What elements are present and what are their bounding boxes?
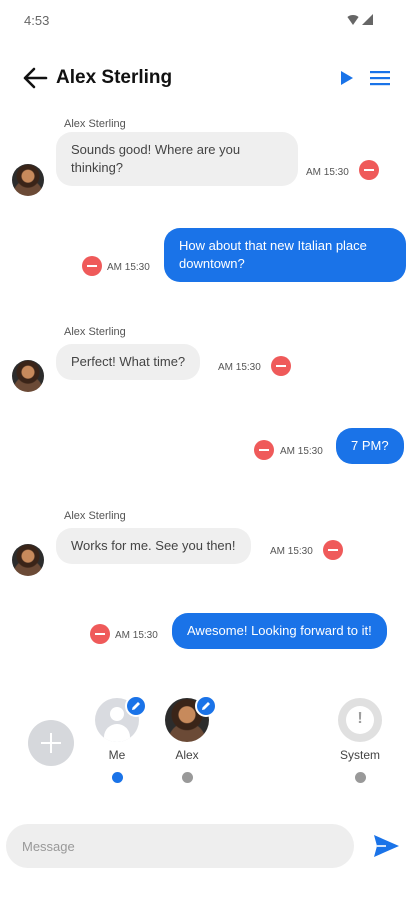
add-participant-button[interactable] bbox=[28, 720, 74, 766]
message-bubble-outgoing[interactable]: 7 PM? bbox=[336, 428, 404, 464]
message-timestamp: AM 15:30 bbox=[107, 262, 150, 273]
selection-dot bbox=[355, 772, 366, 783]
sender-name: Alex Sterling bbox=[64, 118, 126, 130]
send-icon[interactable] bbox=[372, 833, 400, 859]
message-bubble-outgoing[interactable]: Awesome! Looking forward to it! bbox=[172, 613, 387, 649]
chat-header: Alex Sterling bbox=[0, 56, 415, 100]
sender-name: Alex Sterling bbox=[64, 510, 126, 522]
delete-message-icon[interactable] bbox=[359, 160, 379, 180]
page-title: Alex Sterling bbox=[56, 67, 173, 88]
message-bubble-incoming[interactable]: Works for me. See you then! bbox=[56, 528, 251, 564]
message-bubble-outgoing[interactable]: How about that new Italian place downtow… bbox=[164, 228, 406, 282]
participant-label: Me bbox=[108, 748, 126, 762]
message-timestamp: AM 15:30 bbox=[306, 167, 349, 178]
sender-name: Alex Sterling bbox=[64, 326, 126, 338]
message-bubble-incoming[interactable]: Sounds good! Where are you thinking? bbox=[56, 132, 298, 186]
message-timestamp: AM 15:30 bbox=[115, 630, 158, 641]
delete-message-icon[interactable] bbox=[271, 356, 291, 376]
wifi-icon bbox=[346, 15, 360, 25]
participant-alex[interactable]: Alex bbox=[157, 695, 217, 788]
delete-message-icon[interactable] bbox=[82, 256, 102, 276]
alert-icon bbox=[338, 698, 382, 742]
avatar bbox=[12, 544, 44, 576]
avatar bbox=[12, 360, 44, 392]
participant-system[interactable]: System bbox=[330, 698, 390, 788]
back-arrow-icon[interactable] bbox=[22, 66, 48, 90]
signal-icon bbox=[362, 14, 373, 25]
message-composer bbox=[0, 824, 415, 870]
status-icons bbox=[346, 14, 373, 25]
message-timestamp: AM 15:30 bbox=[270, 546, 313, 557]
message-list: Alex Sterling Sounds good! Where are you… bbox=[0, 110, 415, 690]
message-timestamp: AM 15:30 bbox=[218, 362, 261, 373]
participant-label: System bbox=[339, 748, 380, 762]
status-bar: 4:53 bbox=[0, 0, 415, 40]
selection-dot bbox=[182, 772, 193, 783]
selection-dot bbox=[112, 772, 123, 783]
edit-icon[interactable] bbox=[195, 695, 217, 717]
participant-label: Alex bbox=[175, 748, 199, 762]
play-icon[interactable] bbox=[339, 68, 355, 88]
delete-message-icon[interactable] bbox=[90, 624, 110, 644]
edit-icon[interactable] bbox=[125, 695, 147, 717]
chat-screen: 4:53 Alex Sterling Alex Sterling Sounds … bbox=[0, 0, 415, 900]
message-bubble-incoming[interactable]: Perfect! What time? bbox=[56, 344, 201, 380]
participant-me[interactable]: Me bbox=[87, 695, 147, 788]
avatar bbox=[12, 164, 44, 196]
status-time: 4:53 bbox=[24, 13, 50, 28]
menu-icon[interactable] bbox=[369, 68, 391, 88]
message-input[interactable] bbox=[6, 824, 354, 868]
sender-selector: Me Alex System bbox=[0, 690, 415, 790]
delete-message-icon[interactable] bbox=[254, 440, 274, 460]
message-timestamp: AM 15:30 bbox=[280, 446, 323, 457]
delete-message-icon[interactable] bbox=[323, 540, 343, 560]
